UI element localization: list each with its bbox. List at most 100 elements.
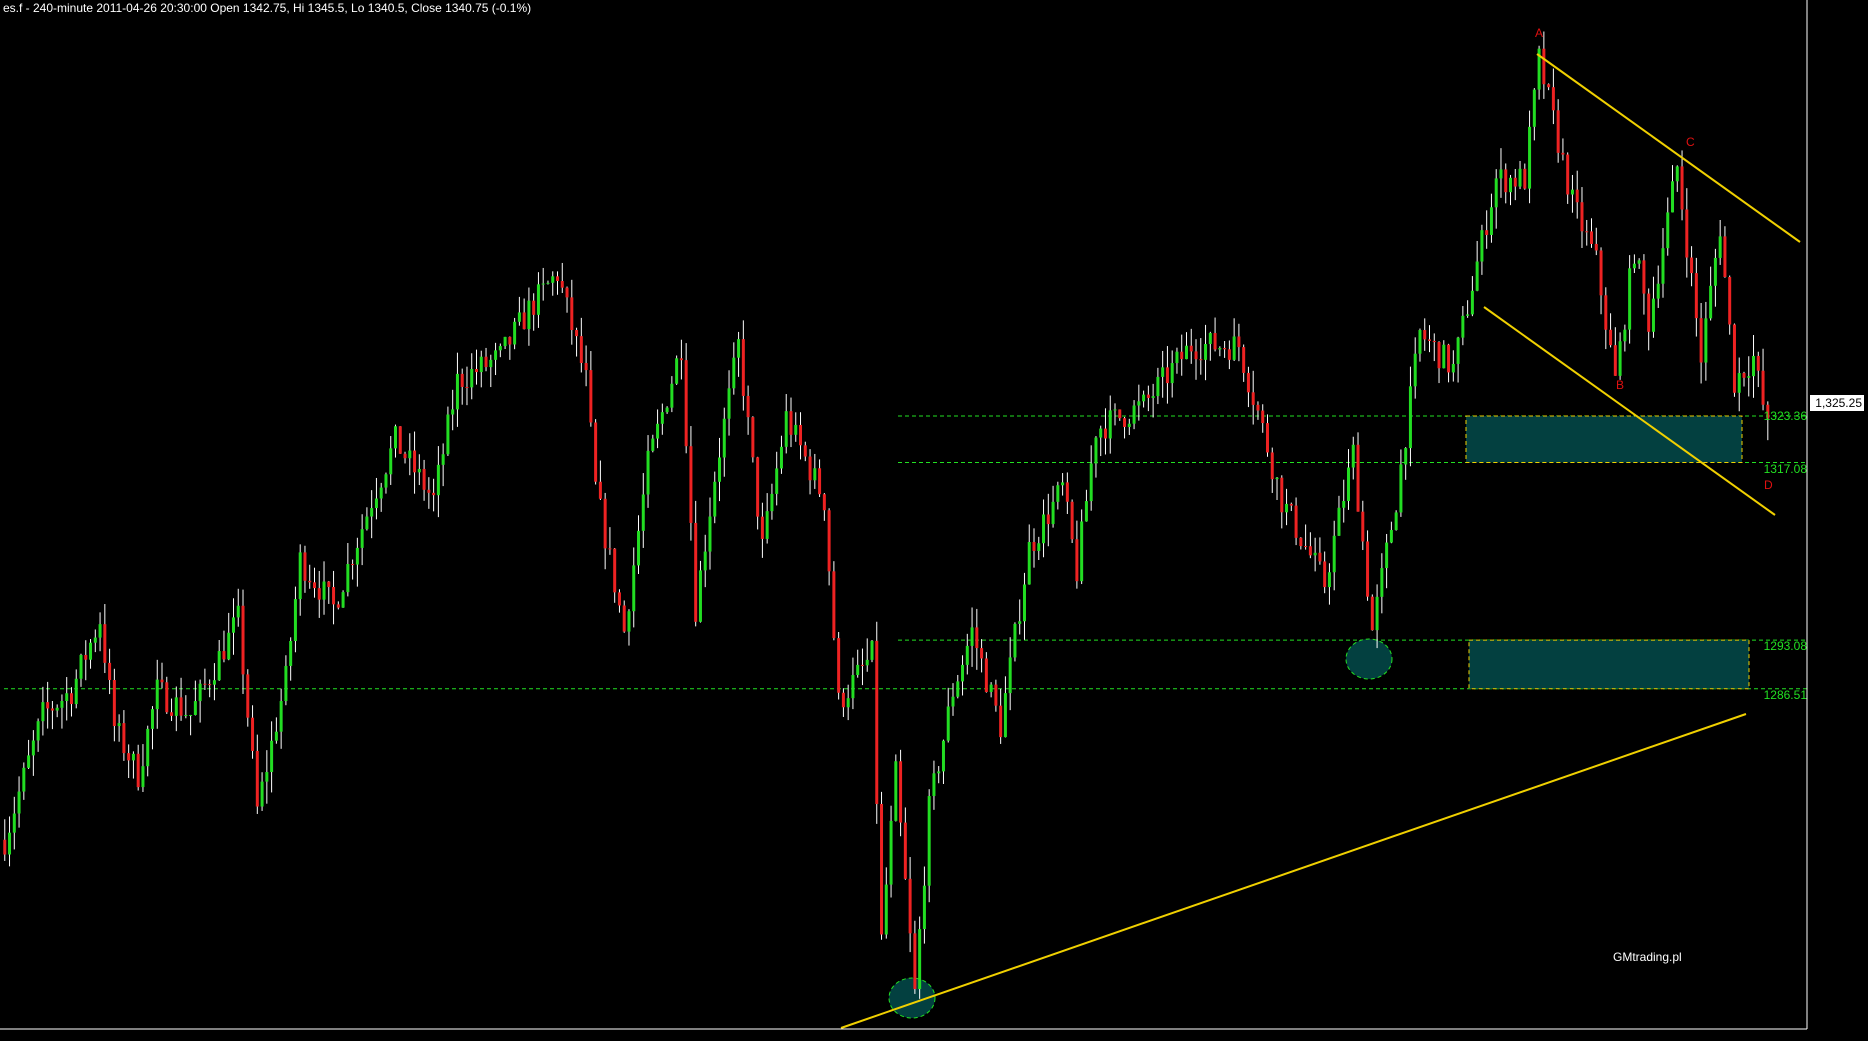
candle-body — [1623, 329, 1627, 342]
candle-body — [708, 516, 712, 552]
candle-body — [1327, 572, 1331, 588]
price-chart[interactable] — [0, 0, 1868, 1041]
candle-body — [608, 548, 612, 550]
candle-body — [1389, 529, 1393, 543]
candle-body — [1447, 344, 1451, 373]
candle-body — [1613, 345, 1617, 376]
candle-body — [622, 605, 626, 632]
candle-body — [613, 548, 617, 593]
candle-body — [370, 508, 374, 517]
candle-body — [212, 680, 216, 685]
candle-body — [999, 705, 1003, 738]
candle-body — [975, 627, 979, 649]
candle-body — [1671, 181, 1675, 213]
candle-body — [1299, 537, 1303, 547]
candle-body — [1690, 257, 1694, 274]
candle-body — [775, 468, 779, 494]
candle-body — [1590, 231, 1594, 244]
candle-body — [1442, 344, 1446, 369]
candle-body — [941, 740, 945, 772]
candle-body — [1366, 541, 1370, 597]
candle-body — [1061, 482, 1065, 486]
candle-body — [255, 750, 259, 807]
candle-body — [1313, 552, 1317, 556]
candle-body — [222, 651, 226, 660]
candle-body — [60, 700, 64, 708]
candle-body — [484, 356, 488, 368]
candle-body — [1180, 351, 1184, 360]
candle-body — [103, 624, 107, 663]
candle-body — [1628, 268, 1632, 330]
candle-body — [1466, 314, 1470, 316]
candle-body — [1470, 290, 1474, 315]
candle-body — [308, 580, 312, 583]
candle-body — [1647, 293, 1651, 332]
candle-body — [770, 493, 774, 512]
candle-body — [112, 679, 116, 727]
candle-body — [1680, 166, 1684, 210]
candle-body — [1099, 428, 1103, 438]
candle-body — [1103, 428, 1107, 439]
candle-body — [899, 761, 903, 823]
watermark: GMtrading.pl — [1613, 950, 1682, 964]
candle-body — [532, 300, 536, 315]
candle-body — [498, 346, 502, 351]
candle-body — [513, 321, 517, 345]
candle-body — [260, 781, 264, 807]
candle-body — [336, 604, 340, 608]
candle-body — [1346, 467, 1350, 501]
candle-body — [1199, 359, 1203, 361]
candle-body — [779, 446, 783, 469]
candle-body — [1732, 324, 1736, 393]
candle-body — [980, 648, 984, 659]
candle-body — [165, 682, 169, 713]
candle-body — [1242, 347, 1246, 373]
candle-body — [1609, 329, 1613, 346]
candle-body — [1618, 341, 1622, 376]
candle-body — [1532, 89, 1536, 127]
candle-body — [1008, 657, 1012, 694]
candle-body — [422, 468, 426, 490]
candle-body — [1432, 340, 1436, 343]
candle-body — [560, 280, 564, 288]
candle-body — [1175, 351, 1179, 364]
candle-body — [784, 411, 788, 447]
candle-body — [880, 803, 884, 935]
candle-body — [351, 564, 355, 566]
candle-body — [184, 715, 188, 717]
candle-body — [937, 771, 941, 774]
candle-body — [522, 312, 526, 330]
candle-body — [1451, 363, 1455, 373]
candle-body — [746, 395, 750, 418]
candle-body — [508, 336, 512, 345]
candle-body — [1227, 349, 1231, 360]
candle-body — [1265, 423, 1269, 453]
candle-body — [675, 358, 679, 384]
candle-body — [408, 450, 412, 459]
candle-body — [1118, 409, 1122, 419]
candle-body — [74, 678, 78, 705]
candle-body — [546, 282, 550, 284]
candle-body — [1699, 318, 1703, 363]
candle-body — [36, 721, 40, 741]
candle-body — [31, 740, 35, 756]
candle-body — [265, 772, 269, 782]
level-label-3: 1293.08 — [1763, 639, 1807, 653]
candle-body — [1337, 507, 1341, 536]
candle-body — [1218, 348, 1222, 350]
candle-body — [617, 592, 621, 606]
candle-body — [1637, 260, 1641, 264]
candle-body — [1461, 315, 1465, 338]
candle-body — [813, 468, 817, 481]
candle-body — [1027, 542, 1031, 585]
candle-body — [718, 457, 722, 482]
candle-body — [1232, 336, 1236, 360]
candle-body — [856, 664, 860, 676]
candle-body — [913, 933, 917, 990]
candle-body — [961, 664, 965, 682]
candle-body — [598, 481, 602, 499]
candle-body — [932, 773, 936, 797]
candle-body — [1518, 168, 1522, 187]
candle-body — [208, 684, 212, 686]
candle-body — [22, 767, 26, 792]
